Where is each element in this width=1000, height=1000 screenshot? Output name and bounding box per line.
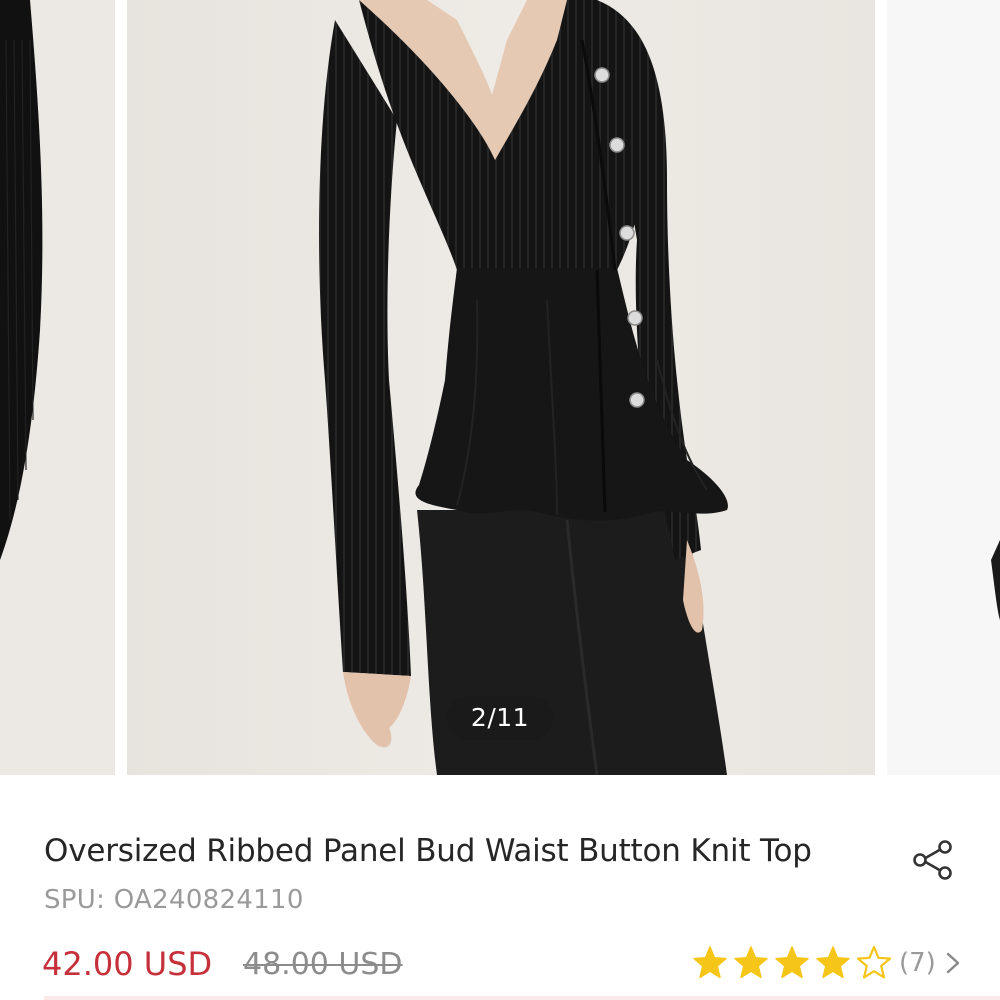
star-filled-icon bbox=[734, 946, 768, 979]
carousel-current-image[interactable] bbox=[127, 0, 875, 775]
previous-product-photo bbox=[0, 0, 115, 775]
chevron-right-icon bbox=[946, 952, 960, 974]
carousel-previous-image[interactable] bbox=[0, 0, 115, 775]
product-title: Oversized Ribbed Panel Bud Waist Button … bbox=[44, 833, 812, 869]
product-image-carousel[interactable]: 2/11 bbox=[0, 0, 1000, 775]
next-product-photo bbox=[887, 0, 1000, 775]
carousel-next-image[interactable] bbox=[887, 0, 1000, 775]
promo-strip bbox=[44, 996, 1000, 1000]
share-icon bbox=[913, 840, 952, 880]
product-detail-page: 2/11 Oversized Ribbed Panel Bud Waist Bu… bbox=[0, 0, 1000, 1000]
product-info: Oversized Ribbed Panel Bud Waist Button … bbox=[0, 775, 1000, 1000]
original-price: 48.00 USD bbox=[243, 947, 403, 982]
current-price: 42.00 USD bbox=[42, 945, 213, 983]
share-button[interactable] bbox=[910, 837, 956, 883]
rating-stars bbox=[692, 945, 897, 981]
star-empty-icon bbox=[856, 945, 892, 979]
product-spu: SPU: OA240824110 bbox=[44, 885, 304, 915]
star-filled-icon bbox=[775, 946, 809, 979]
rating-reviews-link[interactable]: (7) bbox=[692, 943, 964, 983]
star-filled-icon bbox=[693, 946, 727, 979]
carousel-counter: 2/11 bbox=[447, 696, 553, 740]
current-product-photo bbox=[127, 0, 875, 775]
review-count: (7) bbox=[899, 948, 936, 978]
star-filled-icon bbox=[816, 946, 850, 979]
